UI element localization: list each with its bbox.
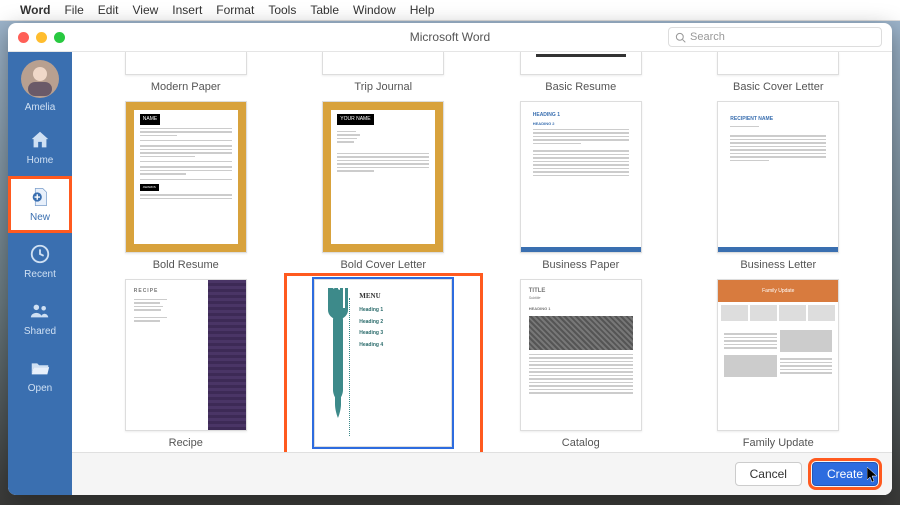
template-thumb xyxy=(520,52,642,75)
sidebar-item-label: Recent xyxy=(24,269,56,280)
dialog-footer: Cancel Create xyxy=(72,452,892,495)
sidebar-item-new[interactable]: New xyxy=(8,176,72,233)
template-thumb: YOUR NAME xyxy=(322,101,444,253)
user-avatar[interactable] xyxy=(21,60,59,98)
template-label: Basic Resume xyxy=(545,81,616,93)
template-thumb: MENU Heading 1 Heading 2 Heading 3 Headi… xyxy=(314,279,452,447)
template-business-paper[interactable]: HEADING 1 HEADING 2 Business Paper xyxy=(487,101,675,271)
template-label: Basic Cover Letter xyxy=(733,81,823,93)
template-thumb: TITLE Subtitle HEADING 1 xyxy=(520,279,642,431)
menubar-app[interactable]: Word xyxy=(20,3,50,17)
word-start-window: Microsoft Word Search Amelia Home New Re… xyxy=(8,23,892,495)
template-recipe[interactable]: RECIPE Recipe xyxy=(92,279,280,467)
template-modern-paper[interactable]: Modern Paper xyxy=(92,52,280,93)
sidebar-item-label: New xyxy=(30,212,50,223)
sidebar-item-recent[interactable]: Recent xyxy=(8,233,72,290)
menubar-file[interactable]: File xyxy=(64,3,83,17)
mouse-cursor-icon xyxy=(867,467,879,483)
sidebar-item-shared[interactable]: Shared xyxy=(8,290,72,347)
template-business-letter[interactable]: RECIPIENT NAME Business Letter xyxy=(685,101,873,271)
template-thumb xyxy=(125,52,247,75)
menubar-view[interactable]: View xyxy=(132,3,158,17)
template-thumb: NAME AWARDS xyxy=(125,101,247,253)
home-icon xyxy=(29,129,51,151)
template-thumb: HEADING 1 HEADING 2 xyxy=(520,101,642,253)
menubar-edit[interactable]: Edit xyxy=(98,3,119,17)
menubar-window[interactable]: Window xyxy=(353,3,396,17)
template-family-update[interactable]: Family Update Family Update xyxy=(685,279,873,467)
create-button[interactable]: Create xyxy=(812,462,878,486)
template-trip-journal[interactable]: Trip Journal xyxy=(290,52,478,93)
template-catalog[interactable]: TITLE Subtitle HEADING 1 Catalog xyxy=(487,279,675,467)
template-thumb xyxy=(322,52,444,75)
template-label: Recipe xyxy=(169,437,203,449)
template-search-input[interactable]: Search xyxy=(668,27,882,47)
template-label: Business Letter xyxy=(740,259,816,271)
search-icon xyxy=(675,32,686,43)
people-icon xyxy=(29,300,51,322)
sidebar-item-label: Shared xyxy=(24,326,56,337)
template-bold-resume[interactable]: NAME AWARDS Bold Resume xyxy=(92,101,280,271)
template-label: Business Paper xyxy=(542,259,619,271)
template-thumb: RECIPIENT NAME xyxy=(717,101,839,253)
template-label: Bold Cover Letter xyxy=(340,259,426,271)
menubar-insert[interactable]: Insert xyxy=(172,3,202,17)
sidebar-item-open[interactable]: Open xyxy=(8,347,72,404)
template-gallery[interactable]: Modern Paper Trip Journal Basic Resume B… xyxy=(72,52,892,495)
menubar-help[interactable]: Help xyxy=(410,3,435,17)
sidebar-item-label: Open xyxy=(28,383,52,394)
template-basic-resume[interactable]: Basic Resume xyxy=(487,52,675,93)
new-document-icon xyxy=(29,186,51,208)
search-placeholder: Search xyxy=(690,31,725,43)
template-basic-cover-letter[interactable]: Basic Cover Letter xyxy=(685,52,873,93)
folder-open-icon xyxy=(29,357,51,379)
template-thumb: RECIPE xyxy=(125,279,247,431)
template-label: Trip Journal xyxy=(354,81,412,93)
sidebar-item-home[interactable]: Home xyxy=(8,119,72,176)
template-bold-cover-letter[interactable]: YOUR NAME Bold Cover Letter xyxy=(290,101,478,271)
template-label: Bold Resume xyxy=(153,259,219,271)
titlebar: Microsoft Word Search xyxy=(8,23,892,52)
cancel-button[interactable]: Cancel xyxy=(735,462,802,486)
template-label: Catalog xyxy=(562,437,600,449)
template-thumb xyxy=(717,52,839,75)
template-label: Family Update xyxy=(743,437,814,449)
menubar-table[interactable]: Table xyxy=(310,3,339,17)
clock-icon xyxy=(29,243,51,265)
menubar-format[interactable]: Format xyxy=(216,3,254,17)
template-thumb: Family Update xyxy=(717,279,839,431)
menubar-tools[interactable]: Tools xyxy=(268,3,296,17)
user-name: Amelia xyxy=(25,102,56,113)
template-menu[interactable]: MENU Heading 1 Heading 2 Heading 3 Headi… xyxy=(290,279,478,467)
sidebar: Amelia Home New Recent Shared Open xyxy=(8,52,72,495)
template-label: Modern Paper xyxy=(151,81,221,93)
sidebar-item-label: Home xyxy=(27,155,54,166)
system-menubar: Word File Edit View Insert Format Tools … xyxy=(0,0,900,21)
